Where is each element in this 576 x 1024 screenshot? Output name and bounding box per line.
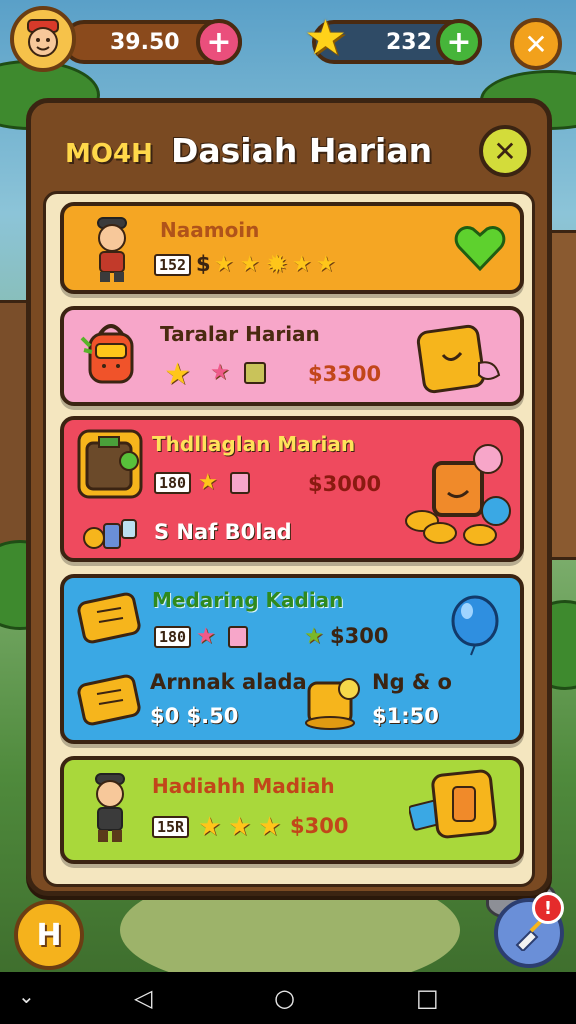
notification-badge: ! (532, 892, 564, 924)
character-icon (82, 768, 138, 848)
character-icon (82, 212, 142, 286)
pot-icon (300, 668, 364, 734)
star-icon: ★ (240, 252, 260, 277)
reward-card-5[interactable]: Hadiahh Madiah 15R ★ ★ ★ $300 (60, 756, 524, 864)
star-currency-icon: ★ (304, 10, 348, 66)
reward-list: Naamoin 152 $ ★ ★ ✹ ★ ★ Taralar Harian ★… (43, 191, 535, 887)
star-icon: ★ (258, 812, 282, 842)
box-icon (230, 472, 250, 494)
card-subtitle-left: Arnnak alada (150, 670, 307, 694)
star-icon: ★ (292, 252, 312, 277)
star-icon: ★ (214, 252, 234, 277)
coins-value: 39.50 (110, 29, 180, 55)
star-icon: ★ (164, 357, 191, 392)
home-circle-icon[interactable]: ○ (274, 984, 295, 1012)
top-bar: 39.50 + 232 ★ + ✕ (0, 0, 576, 90)
pink-star-icon: ★ (196, 624, 216, 649)
card-tag: 180 (154, 626, 192, 648)
reward-card-4[interactable]: Medaring Kadian 180 ★ ★ $300 Arnnak alad… (60, 574, 524, 744)
recent-square-icon[interactable]: □ (416, 984, 439, 1012)
reward-card-1[interactable]: Naamoin 152 $ ★ ★ ✹ ★ ★ (60, 202, 524, 294)
add-coins-button[interactable]: + (196, 19, 242, 65)
add-gems-button[interactable]: + (436, 19, 482, 65)
star-icon: ★ (228, 812, 252, 842)
card-title: Naamoin (160, 218, 260, 242)
player-avatar[interactable] (10, 6, 76, 72)
android-nav-bar: ⌄ ◁ ○ □ (0, 972, 576, 1024)
coupon-icon (408, 766, 502, 850)
star-icon: ★ (304, 624, 324, 649)
ticket-icon (414, 322, 504, 398)
balloon-icon (446, 594, 504, 658)
card-subvalue-right: $1:50 (372, 704, 439, 728)
star-icon: ★ (198, 812, 222, 842)
card-tag: 15R (152, 816, 190, 838)
box-icon (228, 626, 248, 648)
close-panel-button[interactable]: ✕ (479, 125, 531, 177)
card-value: $3000 (308, 472, 382, 496)
card-value: $300 (290, 814, 349, 838)
heart-icon (450, 220, 510, 276)
panel-title: Dasiah Harian (171, 131, 433, 170)
card-value: $ (196, 252, 211, 276)
daily-reward-panel: MO4H Dasiah Harian ✕ Naamoin 152 $ ★ ★ ✹… (26, 98, 552, 896)
star-icon: ★ (316, 252, 336, 277)
backpack-icon (76, 316, 146, 398)
reward-card-3[interactable]: Thdllaglan Marian 180 ★ $3000 S Naf B0la… (60, 416, 524, 562)
panel-header: MO4H Dasiah Harian ✕ (31, 103, 547, 195)
card-tag: 152 (154, 254, 192, 276)
card-title: Thdllaglan Marian (152, 432, 356, 456)
card-value: $3300 (308, 362, 382, 386)
player-face-icon (27, 19, 59, 57)
gems-value: 232 (386, 29, 432, 55)
ticket-gold-icon (74, 586, 146, 650)
gift-items-icon (78, 512, 142, 556)
star-icon: ★ (198, 470, 218, 495)
chest-icon (74, 426, 146, 502)
card-subtext: S Naf B0lad (154, 520, 292, 544)
coin-pile-icon (398, 440, 514, 552)
card-subvalue-left: $0 $.50 (150, 704, 239, 728)
home-hub-button[interactable]: H (14, 900, 84, 970)
card-subtitle-right: Ng & o (372, 670, 452, 694)
card-title: Medaring Kadian (152, 588, 344, 612)
close-top-button[interactable]: ✕ (510, 18, 562, 70)
pink-star-icon: ★ (210, 360, 230, 385)
card-title: Hadiahh Madiah (152, 774, 335, 798)
chevron-down-icon[interactable]: ⌄ (18, 984, 35, 1008)
card-title: Taralar Harian (160, 322, 320, 346)
back-triangle-icon[interactable]: ◁ (134, 984, 152, 1012)
card-value: $300 (330, 624, 389, 648)
ticket-gold-icon (74, 668, 146, 732)
card-tag: 180 (154, 472, 192, 494)
panel-badge: MO4H (65, 139, 153, 169)
box-icon (244, 362, 266, 384)
star-icon: ✹ (266, 250, 288, 280)
reward-card-2[interactable]: Taralar Harian ★ ★ $3300 (60, 306, 524, 406)
